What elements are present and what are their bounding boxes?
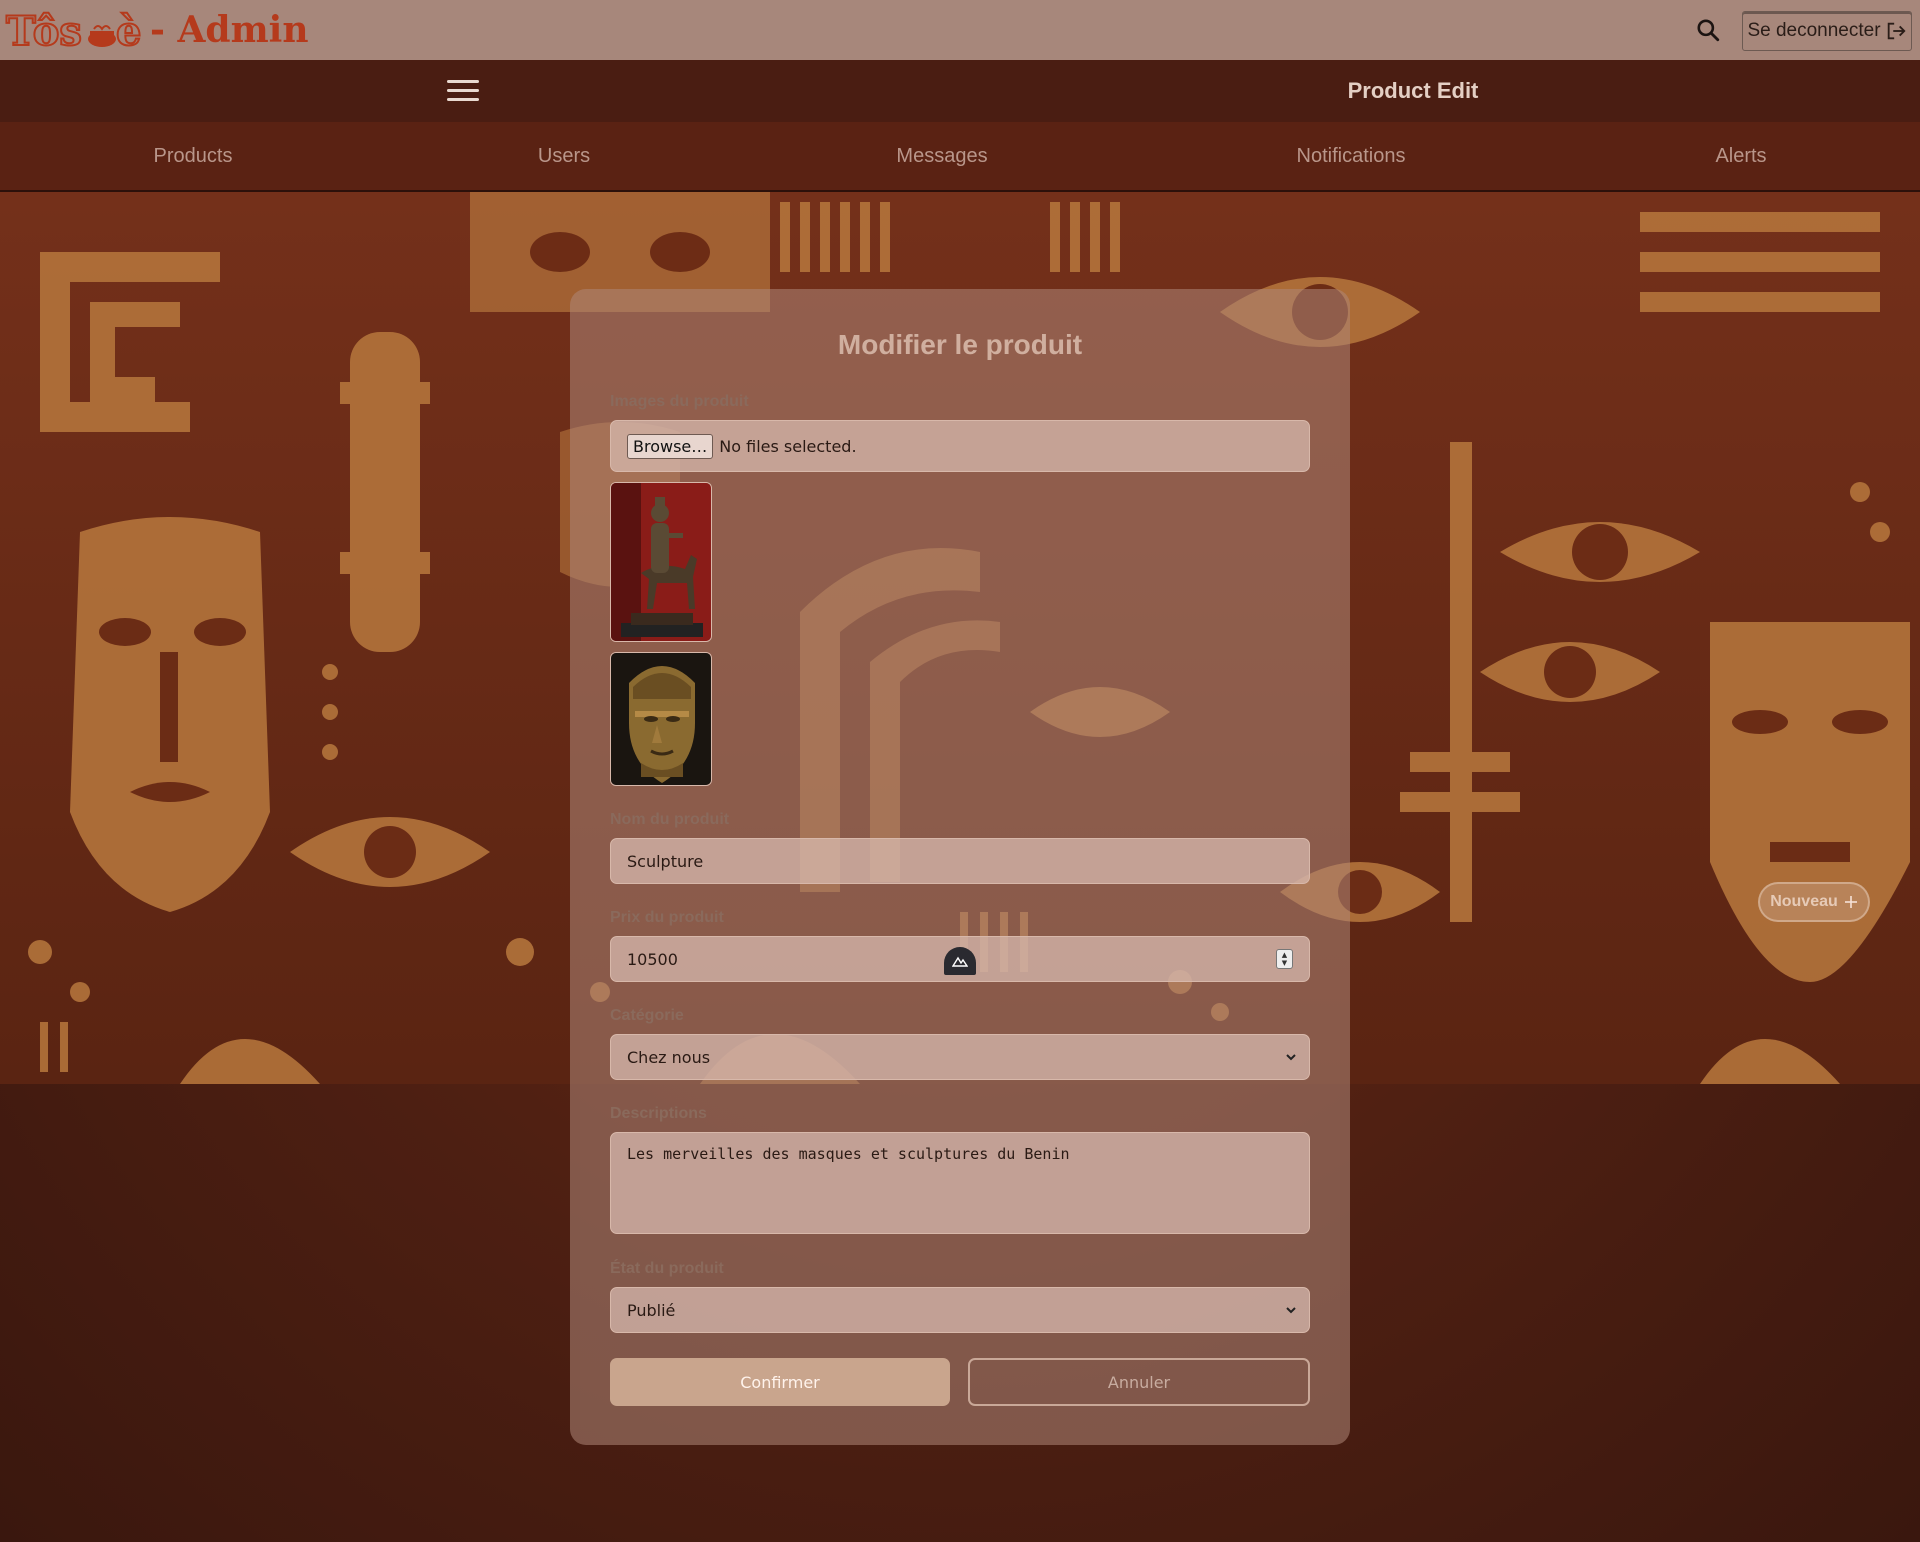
logo-wordmark-icon: Tôs è — [5, 7, 142, 55]
browse-button[interactable]: Browse… — [627, 433, 714, 459]
file-status: No files selected. — [719, 436, 857, 456]
new-product-label: Nouveau — [1770, 893, 1838, 910]
top-bar: Tôs è - Admin Se deconnecter — [0, 0, 1920, 60]
rider-statue-image — [611, 483, 711, 641]
cancel-button[interactable]: Annuler — [968, 1358, 1310, 1406]
svg-text:Tôs: Tôs — [6, 8, 82, 55]
product-image-thumbnail-rider[interactable] — [610, 482, 712, 642]
category-value: Chez nous — [627, 1047, 711, 1067]
main-nav: Products Users Messages Notifications Al… — [0, 122, 1920, 192]
confirm-button[interactable]: Confirmer — [610, 1358, 950, 1406]
bronze-head-image — [611, 653, 711, 785]
new-product-button[interactable]: Nouveau — [1758, 882, 1870, 922]
plus-icon — [1844, 896, 1857, 908]
description-value: Les merveilles des masques et sculptures… — [627, 1145, 1070, 1163]
search-icon — [1697, 19, 1720, 42]
category-select[interactable]: Chez nous — [610, 1034, 1310, 1080]
product-name-input[interactable]: Sculpture — [610, 838, 1310, 884]
sub-header: Product Edit — [0, 60, 1920, 122]
number-spinner-icon[interactable]: ▲ ▼ — [1276, 949, 1293, 969]
logout-icon — [1887, 22, 1906, 40]
product-price-value: 10500 — [627, 949, 678, 969]
mountain-icon — [952, 956, 968, 967]
images-label: Images du produit — [610, 393, 749, 410]
chevron-down-icon — [1286, 1307, 1296, 1314]
status-label: État du produit — [610, 1260, 724, 1277]
form-title: Modifier le produit — [837, 329, 1083, 360]
product-edit-card: Modifier le produit Images du produit Br… — [570, 289, 1350, 1445]
description-textarea[interactable]: Les merveilles des masques et sculptures… — [610, 1132, 1310, 1234]
description-label: Descriptions — [610, 1105, 707, 1122]
nav-item-messages[interactable]: Messages — [896, 145, 987, 168]
nav-item-notifications[interactable]: Notifications — [1297, 145, 1406, 168]
name-label: Nom du produit — [610, 811, 730, 828]
product-image-thumbnail-bust[interactable] — [610, 652, 712, 786]
svg-text:è: è — [116, 8, 141, 55]
app-logo[interactable]: Tôs è - Admin — [4, 4, 309, 56]
nav-item-alerts[interactable]: Alerts — [1715, 145, 1766, 168]
chevron-down-icon — [1286, 1054, 1296, 1061]
page-title: Product Edit — [1347, 78, 1479, 103]
logo-suffix: - Admin — [150, 9, 309, 51]
product-name-value: Sculpture — [627, 851, 704, 871]
dev-tools-badge-icon[interactable] — [944, 947, 976, 975]
search-button[interactable] — [1692, 14, 1724, 46]
status-value: Publié — [627, 1300, 676, 1320]
status-select[interactable]: Publié — [610, 1287, 1310, 1333]
menu-toggle-icon[interactable] — [447, 80, 479, 104]
logout-button[interactable]: Se deconnecter — [1742, 11, 1912, 51]
price-label: Prix du produit — [610, 909, 724, 926]
logout-label: Se deconnecter — [1747, 20, 1881, 41]
nav-item-products[interactable]: Products — [154, 145, 233, 168]
nav-item-users[interactable]: Users — [538, 145, 590, 168]
category-label: Catégorie — [610, 1007, 684, 1024]
images-file-input[interactable]: Browse… No files selected. — [610, 420, 1310, 472]
